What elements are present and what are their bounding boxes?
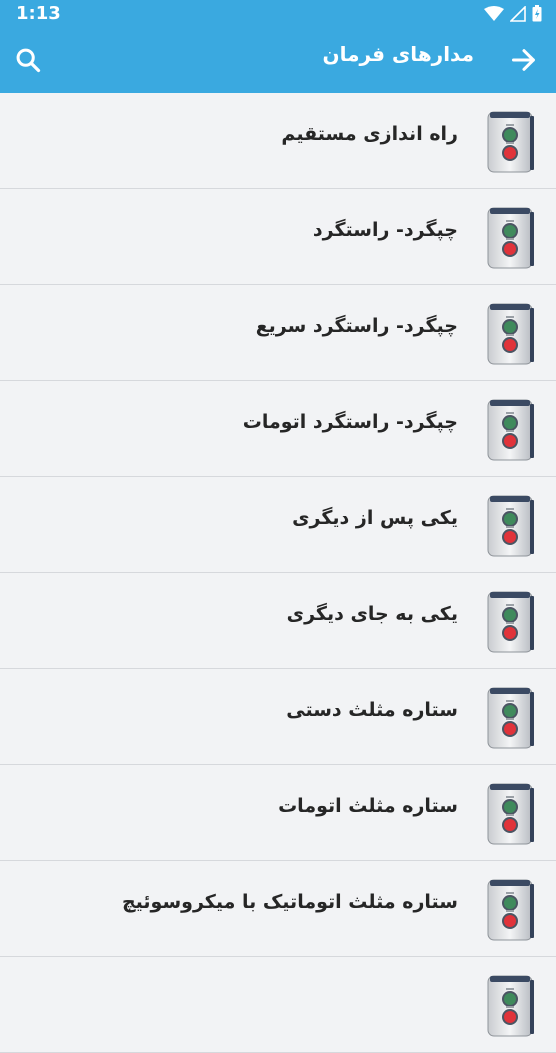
app-bar: مدارهای فرمان <box>0 28 556 93</box>
list-item[interactable]: یکی به جای دیگری <box>0 573 556 669</box>
page-title: مدارهای فرمان <box>322 42 474 66</box>
push-button-box-icon <box>487 207 535 269</box>
push-button-box-icon <box>487 975 535 1037</box>
list-item[interactable]: یکی پس از دیگری <box>0 477 556 573</box>
push-button-box-icon <box>487 591 535 653</box>
list-item-label: ستاره مثلث اتوماتیک با میکروسوئیچ <box>121 891 458 913</box>
push-button-box-icon <box>487 495 535 557</box>
push-button-box-icon <box>487 399 535 461</box>
battery-icon <box>532 5 542 22</box>
list-item-label: راه اندازی مستقیم <box>281 123 458 145</box>
push-button-box-icon <box>487 783 535 845</box>
list-item[interactable]: ستاره مثلث اتوماتیک با میکروسوئیچ <box>0 861 556 957</box>
list-item-label: ستاره مثلث دستی <box>286 699 458 721</box>
list-item[interactable]: راه اندازی مستقیم <box>0 93 556 189</box>
search-icon[interactable] <box>14 46 42 74</box>
list-item-label: چپگرد- راستگرد اتومات <box>242 411 458 433</box>
list-item[interactable]: چپگرد- راستگرد سریع <box>0 285 556 381</box>
list-item-label: یکی پس از دیگری <box>292 507 458 529</box>
status-bar: 1:13 <box>0 0 556 28</box>
push-button-box-icon <box>487 687 535 749</box>
list-item-label: چپگرد- راستگرد سریع <box>255 315 458 337</box>
list-item-label: ستاره مثلث اتومات <box>278 795 458 817</box>
wifi-icon <box>484 5 504 21</box>
list-item-label: یکی به جای دیگری <box>286 603 458 625</box>
status-time: 1:13 <box>16 3 61 24</box>
push-button-box-icon <box>487 111 535 173</box>
list-item[interactable]: ستاره مثلث دستی <box>0 669 556 765</box>
circuit-list: راه اندازی مستقیم چپگرد- راستگرد چپگرد- … <box>0 93 556 1053</box>
signal-icon <box>510 5 526 22</box>
push-button-box-icon <box>487 303 535 365</box>
list-item[interactable] <box>0 957 556 1053</box>
list-item[interactable]: چپگرد- راستگرد اتومات <box>0 381 556 477</box>
list-item[interactable]: چپگرد- راستگرد <box>0 189 556 285</box>
status-icons <box>484 5 542 22</box>
list-item-label: چپگرد- راستگرد <box>312 219 458 241</box>
list-item[interactable]: ستاره مثلث اتومات <box>0 765 556 861</box>
arrow-right-icon[interactable] <box>510 46 538 74</box>
push-button-box-icon <box>487 879 535 941</box>
